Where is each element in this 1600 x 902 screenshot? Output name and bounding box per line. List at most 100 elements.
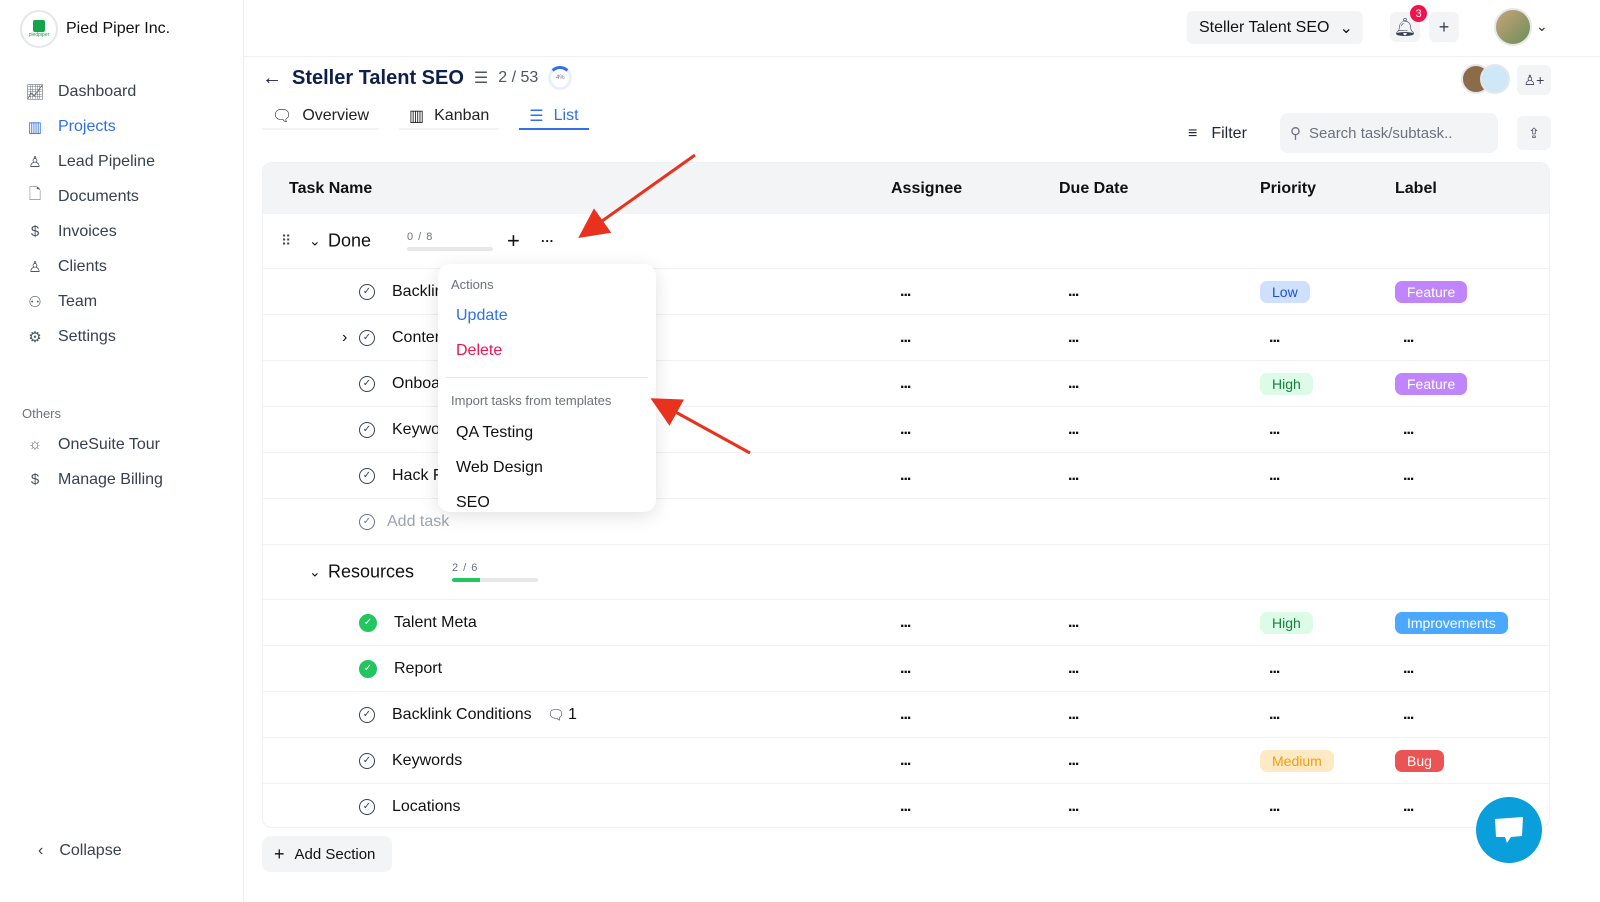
- priority-badge[interactable]: High: [1260, 372, 1313, 395]
- priority-badge[interactable]: Low: [1260, 280, 1310, 303]
- label-placeholder[interactable]: ...: [1403, 798, 1414, 816]
- due-date-placeholder[interactable]: ...: [1068, 752, 1079, 770]
- task-check-icon[interactable]: ✓: [359, 283, 375, 300]
- collapse-button[interactable]: ‹ Collapse: [38, 842, 122, 860]
- add-member-button[interactable]: ♙+: [1517, 65, 1551, 95]
- filter-button[interactable]: ≡ Filter: [1188, 125, 1247, 143]
- task-name[interactable]: Hack F: [392, 467, 443, 485]
- assignee-placeholder[interactable]: ...: [900, 752, 911, 770]
- col-assignee[interactable]: Assignee: [891, 180, 962, 198]
- priority-placeholder[interactable]: ...: [1269, 421, 1280, 439]
- menu-item-update[interactable]: Update: [456, 307, 508, 325]
- label-badge[interactable]: Feature: [1395, 280, 1468, 303]
- col-task-name[interactable]: Task Name: [289, 180, 372, 198]
- sidebar-item-projects[interactable]: ▥ Projects: [26, 109, 155, 144]
- search-input[interactable]: ⚲ Search task/subtask..: [1280, 113, 1498, 153]
- section-more-icon[interactable]: ···: [541, 234, 554, 249]
- task-name[interactable]: Keywo: [392, 421, 440, 439]
- sidebar-item-dashboard[interactable]: 📈︎ Dashboard: [25, 74, 155, 109]
- tab-kanban[interactable]: ▥ Kanban: [399, 104, 500, 130]
- add-task-label[interactable]: Add task: [387, 513, 449, 531]
- add-section-button[interactable]: + Add Section: [262, 836, 392, 872]
- table-row[interactable]: ✓ Keywords...... Medium Bug: [263, 738, 1549, 784]
- label-placeholder[interactable]: ...: [1403, 660, 1414, 678]
- priority-placeholder[interactable]: ...: [1269, 798, 1280, 816]
- menu-item-seo[interactable]: SEO: [456, 494, 490, 512]
- chevron-down-icon[interactable]: ⌄: [1536, 18, 1548, 35]
- menu-item-web-design[interactable]: Web Design: [456, 459, 543, 477]
- task-check-icon[interactable]: ✓: [359, 375, 375, 392]
- label-badge[interactable]: Improvements: [1395, 611, 1508, 634]
- back-arrow-icon[interactable]: ←: [262, 67, 282, 90]
- task-name[interactable]: Backlink Conditions: [392, 706, 532, 724]
- menu-item-qa-testing[interactable]: QA Testing: [456, 424, 533, 442]
- task-name[interactable]: Talent Meta: [394, 614, 477, 632]
- sidebar-item-team[interactable]: ⚇ Team: [26, 284, 155, 319]
- task-name[interactable]: Keywords: [392, 752, 462, 770]
- task-name[interactable]: Locations: [392, 798, 461, 816]
- due-date-placeholder[interactable]: ...: [1068, 283, 1079, 301]
- label-badge[interactable]: Feature: [1395, 372, 1468, 395]
- due-date-placeholder[interactable]: ...: [1068, 421, 1079, 439]
- assignee-placeholder[interactable]: ...: [900, 283, 911, 301]
- task-check-icon[interactable]: ✓: [359, 421, 375, 438]
- chat-button[interactable]: [1476, 797, 1542, 863]
- sidebar-item-lead-pipeline[interactable]: ♙ Lead Pipeline: [26, 144, 155, 179]
- task-name[interactable]: Backlir: [392, 283, 440, 301]
- add-button[interactable]: +: [1429, 12, 1459, 42]
- priority-placeholder[interactable]: ...: [1269, 706, 1280, 724]
- due-date-placeholder[interactable]: ...: [1068, 706, 1079, 724]
- export-button[interactable]: ⇪: [1517, 116, 1551, 150]
- menu-item-delete[interactable]: Delete: [456, 342, 502, 360]
- assignee-placeholder[interactable]: ...: [900, 614, 911, 632]
- task-name[interactable]: Conter: [392, 329, 440, 347]
- assignee-placeholder[interactable]: ...: [900, 660, 911, 678]
- tab-overview[interactable]: 🗨︎ Overview: [262, 104, 379, 130]
- task-check-icon[interactable]: ✓: [359, 659, 377, 678]
- user-avatar[interactable]: [1494, 8, 1532, 46]
- task-name[interactable]: Onboa: [392, 375, 440, 393]
- table-row[interactable]: ✓ Backlink Conditions 🗨︎ 1............: [263, 692, 1549, 738]
- label-placeholder[interactable]: ...: [1403, 421, 1414, 439]
- due-date-placeholder[interactable]: ...: [1068, 329, 1079, 347]
- priority-badge[interactable]: High: [1260, 611, 1313, 634]
- col-label[interactable]: Label: [1395, 180, 1437, 198]
- sidebar-item-manage-billing[interactable]: $ Manage Billing: [26, 462, 163, 497]
- member-avatar[interactable]: [1480, 64, 1510, 94]
- task-name[interactable]: Report: [394, 660, 442, 678]
- task-check-icon[interactable]: ✓: [359, 467, 375, 484]
- label-placeholder[interactable]: ...: [1403, 467, 1414, 485]
- task-check-icon[interactable]: ✓: [359, 798, 375, 815]
- sidebar-item-invoices[interactable]: $ Invoices: [26, 214, 155, 249]
- assignee-placeholder[interactable]: ...: [900, 421, 911, 439]
- table-row[interactable]: ✓ Talent Meta...... High Improvements: [263, 600, 1549, 646]
- priority-placeholder[interactable]: ...: [1269, 329, 1280, 347]
- brand[interactable]: piedpiper Pied Piper Inc.: [20, 10, 170, 48]
- chevron-right-icon[interactable]: ›: [342, 329, 347, 347]
- sidebar-item-clients[interactable]: ♙ Clients: [26, 249, 155, 284]
- label-badge[interactable]: Bug: [1395, 749, 1444, 772]
- assignee-placeholder[interactable]: ...: [900, 375, 911, 393]
- priority-placeholder[interactable]: ...: [1269, 467, 1280, 485]
- col-due-date[interactable]: Due Date: [1059, 180, 1128, 198]
- drag-handle-icon[interactable]: ⠿: [281, 233, 291, 250]
- assignee-placeholder[interactable]: ...: [900, 798, 911, 816]
- col-priority[interactable]: Priority: [1260, 180, 1316, 198]
- task-check-icon[interactable]: ✓: [359, 706, 375, 723]
- task-check-icon[interactable]: ✓: [359, 613, 377, 632]
- label-placeholder[interactable]: ...: [1403, 329, 1414, 347]
- assignee-placeholder[interactable]: ...: [900, 706, 911, 724]
- due-date-placeholder[interactable]: ...: [1068, 798, 1079, 816]
- task-check-icon[interactable]: ✓: [359, 329, 375, 346]
- chevron-down-icon[interactable]: ⌄: [309, 233, 321, 250]
- due-date-placeholder[interactable]: ...: [1068, 614, 1079, 632]
- due-date-placeholder[interactable]: ...: [1068, 467, 1079, 485]
- assignee-placeholder[interactable]: ...: [900, 467, 911, 485]
- table-row[interactable]: ✓ Report............: [263, 646, 1549, 692]
- task-check-icon[interactable]: ✓: [359, 752, 375, 769]
- due-date-placeholder[interactable]: ...: [1068, 375, 1079, 393]
- tab-list[interactable]: ☰ List: [519, 104, 589, 130]
- sidebar-item-documents[interactable]: 🗋︎ Documents: [26, 179, 155, 214]
- priority-placeholder[interactable]: ...: [1269, 660, 1280, 678]
- sidebar-item-onesuite-tour[interactable]: ☼ OneSuite Tour: [26, 427, 163, 462]
